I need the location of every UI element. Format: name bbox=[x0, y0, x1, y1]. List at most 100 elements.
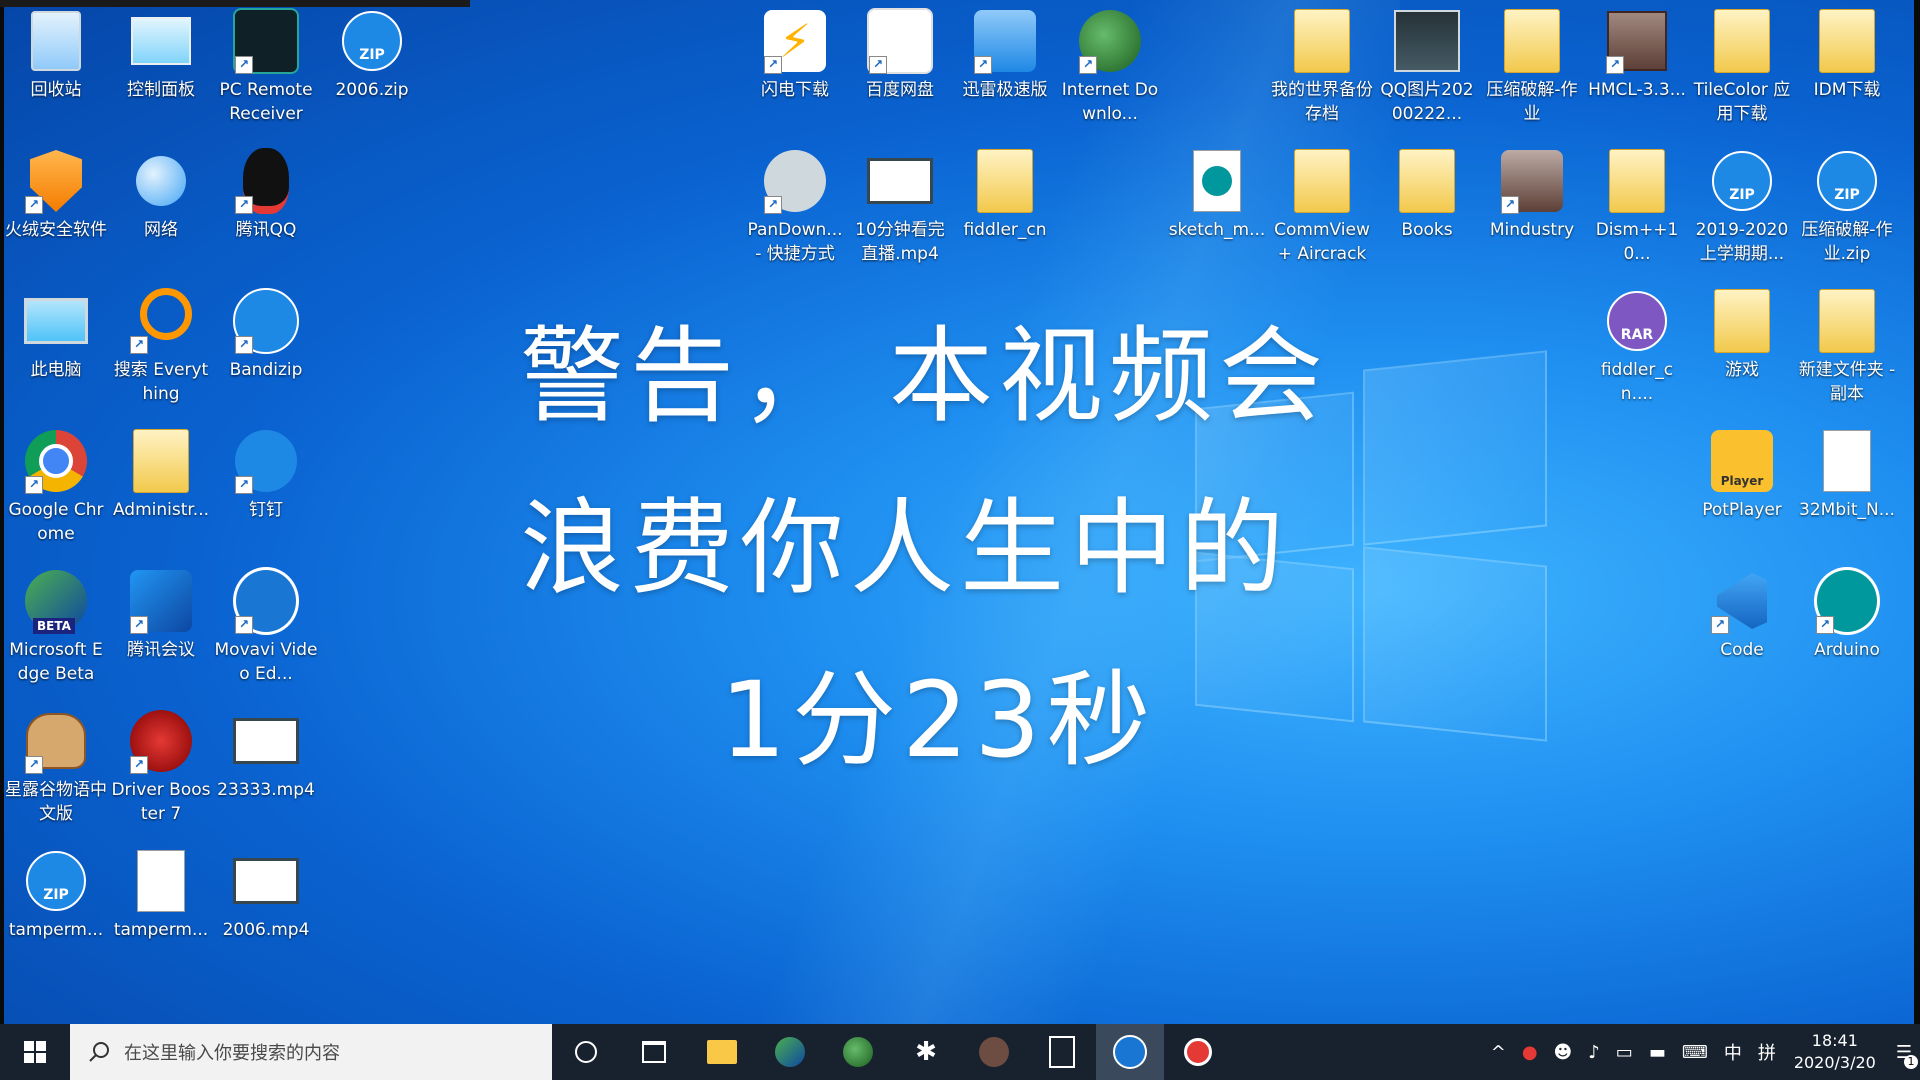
tray-record-icon[interactable]: ● bbox=[1522, 1042, 1538, 1063]
folder-icon bbox=[972, 148, 1038, 214]
desktop-icon-idm[interactable]: ↗ Internet Downlo... bbox=[1058, 0, 1162, 126]
desktop-icon-crack-homework-zip[interactable]: ZIP 压缩破解-作业.zip bbox=[1795, 140, 1899, 266]
desktop-icon-hmcl[interactable]: ↗ HMCL-3.3... bbox=[1585, 0, 1689, 102]
shortcut-arrow-icon: ↗ bbox=[1816, 616, 1834, 634]
video-file-icon bbox=[233, 708, 299, 774]
taskbar-calculator[interactable] bbox=[1028, 1024, 1096, 1080]
video-file-icon bbox=[867, 148, 933, 214]
desktop-icon-tamperm-doc[interactable]: tamperm... bbox=[109, 840, 213, 942]
folder-icon bbox=[1814, 8, 1880, 74]
desktop-icon-tilecolor[interactable]: TileColor 应用下载 bbox=[1690, 0, 1794, 126]
desktop-icon-chrome[interactable]: ↗ Google Chrome bbox=[4, 420, 108, 546]
desktop-icon-vscode[interactable]: ↗ Code bbox=[1690, 560, 1794, 662]
desktop-icon-books[interactable]: Books bbox=[1375, 140, 1479, 242]
desktop-icon-tamperm-zip[interactable]: ZIP tamperm... bbox=[4, 840, 108, 942]
volume-icon[interactable]: ♪ bbox=[1588, 1042, 1600, 1063]
warning-line-2: 浪费你人生中的 bbox=[520, 487, 1291, 609]
baidu-netdisk-icon: ↗ bbox=[867, 8, 933, 74]
desktop-icon-dism[interactable]: Dism++10... bbox=[1585, 140, 1689, 266]
desktop-icon-administrator[interactable]: Administr... bbox=[109, 420, 213, 522]
folder-icon bbox=[1394, 148, 1460, 214]
taskbar-recorder[interactable] bbox=[1164, 1024, 1232, 1080]
keyboard-icon[interactable]: ⌨ bbox=[1682, 1042, 1708, 1063]
desktop-icon-mindustry[interactable]: ↗ Mindustry bbox=[1480, 140, 1584, 242]
desktop-icon-driver-booster[interactable]: ↗ Driver Booster 7 bbox=[109, 700, 213, 826]
desktop-icon-movavi[interactable]: ↗ Movavi Video Ed... bbox=[214, 560, 318, 686]
taskbar-app-media[interactable] bbox=[960, 1024, 1028, 1080]
desktop-icon-fiddler-cn-folder[interactable]: fiddler_cn bbox=[953, 140, 1057, 242]
warning-overlay-text: 警告， 本视频会 浪费你人生中的 1分23秒 bbox=[520, 290, 1400, 806]
desktop-icon-qq[interactable]: ↗ 腾讯QQ bbox=[214, 140, 318, 242]
document-icon bbox=[128, 848, 194, 914]
folder-icon bbox=[1289, 8, 1355, 74]
desktop-icon-qq-image[interactable]: QQ图片20200222... bbox=[1375, 0, 1479, 126]
folder-icon bbox=[1709, 8, 1775, 74]
desktop-icon-commview[interactable]: CommView + Aircrack bbox=[1270, 140, 1374, 266]
desktop-icon-dingtalk[interactable]: ↗ 钉钉 bbox=[214, 420, 318, 522]
shortcut-arrow-icon: ↗ bbox=[235, 196, 253, 214]
desktop-icon-baidu-netdisk[interactable]: ↗ 百度网盘 bbox=[848, 0, 952, 102]
taskbar-movavi[interactable] bbox=[1096, 1024, 1164, 1080]
taskbar-app-network[interactable]: ✱ bbox=[892, 1024, 960, 1080]
desktop-icon-this-pc[interactable]: 此电脑 bbox=[4, 280, 108, 382]
desktop-icon-32mbit[interactable]: 32Mbit_N... bbox=[1795, 420, 1899, 522]
desktop-icon-xunlei[interactable]: ↗ 迅雷极速版 bbox=[953, 0, 1057, 102]
pc-remote-icon: ↗ bbox=[233, 8, 299, 74]
desktop-icon-2019-2020-zip[interactable]: ZIP 2019-2020上学期期... bbox=[1690, 140, 1794, 266]
desktop-icon-fiddler-rar[interactable]: RAR fiddler_cn.... bbox=[1585, 280, 1689, 406]
movavi-icon bbox=[1113, 1035, 1147, 1069]
desktop-icon-everything[interactable]: ↗ 搜索 Everything bbox=[109, 280, 213, 406]
desktop-icon-tencent-meeting[interactable]: ↗ 腾讯会议 bbox=[109, 560, 213, 662]
desktop-icon-crack-homework[interactable]: 压缩破解-作业 bbox=[1480, 0, 1584, 126]
huorong-shield-icon: ↗ bbox=[23, 148, 89, 214]
desktop-icon-recycle-bin[interactable]: 回收站 bbox=[4, 0, 108, 102]
mindustry-icon: ↗ bbox=[1499, 148, 1565, 214]
screen-border-right bbox=[1914, 0, 1920, 1080]
folder-icon bbox=[1814, 288, 1880, 354]
desktop-icon-idm-folder[interactable]: IDM下载 bbox=[1795, 0, 1899, 102]
tray-overflow-chevron-up-icon[interactable]: ^ bbox=[1491, 1042, 1506, 1063]
ime-mode[interactable]: 拼 bbox=[1758, 1039, 1776, 1065]
desktop-icon-huorong[interactable]: ↗ 火绒安全软件 bbox=[4, 140, 108, 242]
bandizip-zip-icon: ZIP bbox=[339, 8, 405, 74]
desktop-icon-2006-zip[interactable]: ZIP 2006.zip bbox=[320, 0, 424, 102]
taskbar-file-explorer[interactable] bbox=[688, 1024, 756, 1080]
desktop-icon-edge-beta[interactable]: BETA Microsoft Edge Beta bbox=[4, 560, 108, 686]
desktop-icon-bandizip[interactable]: ↗ Bandizip bbox=[214, 280, 318, 382]
dingtalk-icon: ↗ bbox=[233, 428, 299, 494]
task-view-button[interactable] bbox=[620, 1024, 688, 1080]
desktop-icon-23333-mp4[interactable]: 23333.mp4 bbox=[214, 700, 318, 802]
clock[interactable]: 18:41 2020/3/20 bbox=[1794, 1030, 1876, 1074]
desktop-icon-games[interactable]: 游戏 bbox=[1690, 280, 1794, 382]
desktop-icon-network[interactable]: 网络 bbox=[109, 140, 213, 242]
ime-language[interactable]: 中 bbox=[1724, 1039, 1742, 1065]
desktop-icon-potplayer[interactable]: Player PotPlayer bbox=[1690, 420, 1794, 522]
desktop-icon-flash-download[interactable]: ⚡ ↗ 闪电下载 bbox=[743, 0, 847, 102]
desktop-icon-pandownload[interactable]: ↗ PanDown... - 快捷方式 bbox=[743, 140, 847, 266]
start-button[interactable] bbox=[0, 1024, 70, 1080]
notification-center-icon[interactable]: ☰ 1 bbox=[1896, 1042, 1918, 1069]
shortcut-arrow-icon: ↗ bbox=[25, 756, 43, 774]
network-icon[interactable]: ▭ bbox=[1616, 1042, 1633, 1063]
notification-count: 1 bbox=[1904, 1054, 1918, 1069]
shortcut-arrow-icon: ↗ bbox=[764, 56, 782, 74]
chrome-icon: ↗ bbox=[23, 428, 89, 494]
taskbar-search-box[interactable]: 在这里输入你要搜索的内容 bbox=[70, 1024, 552, 1080]
desktop-icon-minecraft-backup[interactable]: 我的世界备份存档 bbox=[1270, 0, 1374, 126]
desktop-icon-pc-remote[interactable]: ↗ PC Remote Receiver bbox=[214, 0, 318, 126]
clock-time: 18:41 bbox=[1811, 1031, 1858, 1050]
tray-qq-icon[interactable]: ☻ bbox=[1554, 1042, 1573, 1063]
desktop-icon-arduino[interactable]: ↗ Arduino bbox=[1795, 560, 1899, 662]
battery-icon[interactable]: ▬ bbox=[1649, 1042, 1666, 1063]
desktop-icon-2006-mp4[interactable]: 2006.mp4 bbox=[214, 840, 318, 942]
taskbar: 在这里输入你要搜索的内容 ✱ ^ ● ☻ ♪ ▭ ▬ ⌨ 中 拼 18:41 2… bbox=[0, 1024, 1920, 1080]
taskbar-edge-beta[interactable] bbox=[756, 1024, 824, 1080]
desktop-icon-stardew[interactable]: ↗ 星露谷物语中文版 bbox=[4, 700, 108, 826]
cloud-icon: ↗ bbox=[762, 148, 828, 214]
desktop-icon-sketch[interactable]: sketch_m... bbox=[1165, 140, 1269, 242]
desktop-icon-10min-mp4[interactable]: 10分钟看完直播.mp4 bbox=[848, 140, 952, 266]
taskbar-idm[interactable] bbox=[824, 1024, 892, 1080]
cortana-button[interactable] bbox=[552, 1024, 620, 1080]
desktop-icon-new-folder-copy[interactable]: 新建文件夹 - 副本 bbox=[1795, 280, 1899, 406]
desktop-icon-control-panel[interactable]: 控制面板 bbox=[109, 0, 213, 102]
